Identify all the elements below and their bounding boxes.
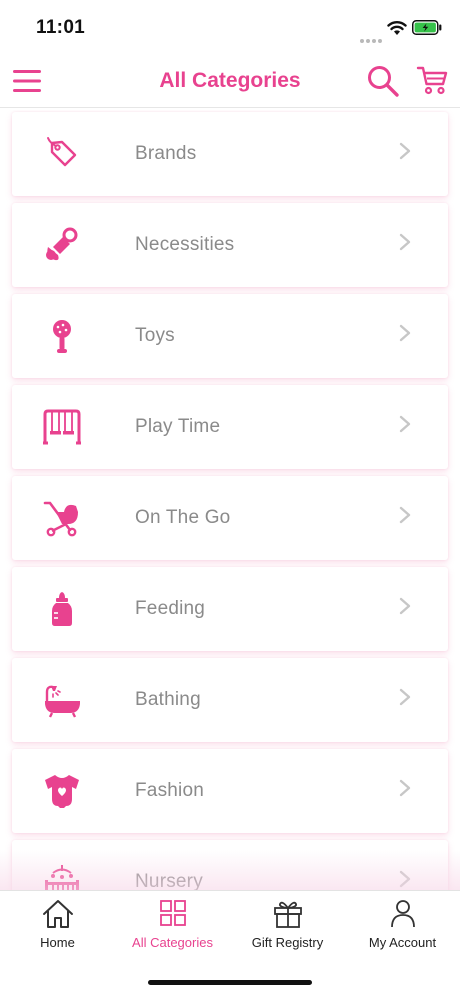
grid-icon xyxy=(160,900,186,926)
chevron-right-icon xyxy=(399,415,411,433)
tab-label: Home xyxy=(40,935,75,950)
tab-my-account[interactable]: My Account xyxy=(345,891,460,961)
category-label: Feeding xyxy=(135,598,206,619)
category-row-toys[interactable]: Toys xyxy=(12,294,448,378)
gift-icon xyxy=(274,901,302,928)
chevron-right-icon xyxy=(399,142,411,160)
crib-icon xyxy=(42,862,82,890)
signal-icon xyxy=(360,30,384,48)
status-bar: 11:01 xyxy=(0,0,460,56)
tag-icon xyxy=(42,134,82,174)
category-label: Play Time xyxy=(135,416,221,437)
category-row-necessities[interactable]: Necessities xyxy=(12,203,448,287)
tab-label: Gift Registry xyxy=(251,935,324,950)
home-icon xyxy=(43,900,73,928)
cart-icon[interactable] xyxy=(416,64,448,96)
category-label: Brands xyxy=(135,143,197,164)
onesie-icon xyxy=(42,771,82,811)
chevron-right-icon xyxy=(399,233,411,251)
tab-gift-registry[interactable]: Gift Registry xyxy=(230,891,345,961)
category-row-brands[interactable]: Brands xyxy=(12,112,448,196)
bathtub-icon xyxy=(42,680,82,720)
chevron-right-icon xyxy=(399,779,411,797)
category-row-fashion[interactable]: Fashion xyxy=(12,749,448,833)
rattle-icon xyxy=(42,316,82,356)
category-label: On The Go xyxy=(135,507,231,528)
tab-all-categories[interactable]: All Categories xyxy=(115,891,230,961)
chevron-right-icon xyxy=(399,870,411,888)
category-label: Fashion xyxy=(135,780,204,801)
category-label: Nursery xyxy=(135,871,203,890)
pacifier-icon xyxy=(42,225,82,265)
tab-label: My Account xyxy=(368,935,437,950)
battery-icon xyxy=(412,20,442,35)
search-icon[interactable] xyxy=(366,64,400,98)
bottle-icon xyxy=(42,589,82,629)
home-indicator[interactable] xyxy=(148,980,312,985)
category-row-bathing[interactable]: Bathing xyxy=(12,658,448,742)
tab-label: All Categories xyxy=(132,935,213,950)
user-icon xyxy=(391,900,415,928)
category-label: Bathing xyxy=(135,689,201,710)
chevron-right-icon xyxy=(399,597,411,615)
swing-icon xyxy=(42,407,82,447)
wifi-icon xyxy=(387,21,407,35)
category-row-feeding[interactable]: Feeding xyxy=(12,567,448,651)
chevron-right-icon xyxy=(399,688,411,706)
status-time: 11:01 xyxy=(36,17,86,38)
category-label: Toys xyxy=(135,325,175,346)
tab-home[interactable]: Home xyxy=(0,891,115,961)
category-list: Brands Necessities Toys Play Time On The… xyxy=(0,110,460,890)
category-label: Necessities xyxy=(135,234,235,255)
category-row-play-time[interactable]: Play Time xyxy=(12,385,448,469)
nav-bar: All Categories xyxy=(0,56,460,108)
chevron-right-icon xyxy=(399,506,411,524)
category-row-on-the-go[interactable]: On The Go xyxy=(12,476,448,560)
category-row-nursery[interactable]: Nursery xyxy=(12,840,448,890)
stroller-icon xyxy=(42,498,82,538)
chevron-right-icon xyxy=(399,324,411,342)
